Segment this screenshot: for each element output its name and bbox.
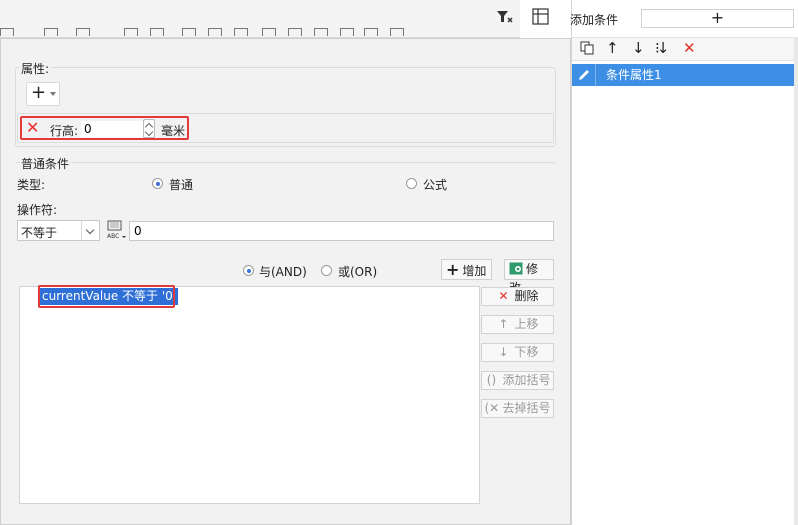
remove-bracket-icon: (✕ [484,401,500,415]
type-normal-radio[interactable] [152,178,163,189]
toolbar-icon [340,28,354,36]
plus-icon: + [446,260,460,279]
toolbar-icon [364,28,378,36]
add-condition-label: 增加 [462,264,487,278]
move-up-icon[interactable]: ↑ [606,40,619,56]
dropdown-caret-icon [50,92,56,96]
row-height-stepper[interactable] [143,119,155,138]
row-height-input[interactable] [81,121,143,137]
toolbar-icon [44,28,58,36]
delete-icon: ✕ [498,289,509,303]
move-up-button[interactable]: ↑ 上移 [481,315,554,334]
remove-attribute-icon[interactable]: ✕ [26,118,39,137]
arrow-down-icon: ↓ [498,345,509,359]
attributes-section-label: 属性: [19,60,52,77]
operand-value-input[interactable] [129,221,554,241]
add-bracket-label: 添加括号 [502,373,551,387]
copy-icon[interactable] [580,41,594,55]
delete-condition-icon[interactable]: ✕ [683,40,696,56]
edit-pencil-icon [572,64,596,86]
move-up-label: 上移 [514,317,539,331]
join-or-label[interactable]: 或(OR) [338,263,377,280]
delete-label: 删除 [514,289,539,303]
toolbar-icon [234,28,248,36]
type-formula-radio[interactable] [406,178,417,189]
toolbar-icon [390,28,404,36]
toolbar-icon [262,28,276,36]
value-type-icon[interactable]: ABC [105,219,127,241]
operator-selected-value: 不等于 [21,226,58,240]
add-condition-panel-label: 添加条件 [570,13,619,27]
arrow-up-icon: ↑ [498,317,509,331]
chevron-down-icon[interactable] [81,221,99,240]
stepper-down-icon[interactable] [144,127,154,137]
join-and-radio[interactable] [243,265,254,276]
delete-button[interactable]: ✕ 删除 [481,287,554,306]
condition-attribute-label: 条件属性1 [606,68,662,82]
toolbar-icon [124,28,138,36]
modify-condition-button[interactable]: 修改 [504,259,554,295]
type-label: 类型: [17,178,46,192]
plus-icon: + [31,82,47,103]
join-and-label[interactable]: 与(AND) [259,263,307,280]
add-attribute-button[interactable]: + [26,82,60,106]
toolbar-icon [0,28,14,36]
add-condition-panel-button[interactable]: + [641,9,794,28]
modify-icon [509,262,523,275]
sort-down-icon[interactable]: ⁝↓ [655,40,669,56]
bracket-icon: () [486,373,497,387]
move-down-button[interactable]: ↓ 下移 [481,343,554,362]
move-down-icon[interactable]: ↓ [632,40,645,56]
svg-text:ABC: ABC [107,233,119,240]
condition-item-highlight [38,285,175,308]
condition-section-label: 普通条件 [19,155,72,172]
add-bracket-button[interactable]: () 添加括号 [481,371,554,390]
condition-attribute-item[interactable]: 条件属性1 [572,64,794,86]
background-toolbar [0,0,520,38]
toolbar-icon [288,28,302,36]
move-down-label: 下移 [514,345,539,359]
plus-icon: + [710,8,725,27]
add-condition-button[interactable]: + 增加 [441,259,492,280]
type-formula-label[interactable]: 公式 [423,176,447,193]
condition-list[interactable] [19,286,480,504]
remove-bracket-button[interactable]: (✕ 去掉括号 [481,399,554,418]
toolbar-icon [150,28,164,36]
toolbar-icon [76,28,90,36]
filter-icon[interactable] [494,6,516,28]
unit-label: 毫米 [161,124,186,138]
panel-scrollbar[interactable] [794,37,798,525]
freeze-grid-icon[interactable] [530,6,552,28]
join-or-radio[interactable] [321,265,332,276]
toolbar-icon [182,28,196,36]
toolbar-icon [314,28,328,36]
operator-label: 操作符: [17,203,58,217]
operator-select[interactable]: 不等于 [17,220,100,241]
type-normal-label[interactable]: 普通 [169,176,193,193]
remove-bracket-label: 去掉括号 [502,401,551,415]
toolbar-icon [208,28,222,36]
row-height-label: 行高: [50,124,79,138]
